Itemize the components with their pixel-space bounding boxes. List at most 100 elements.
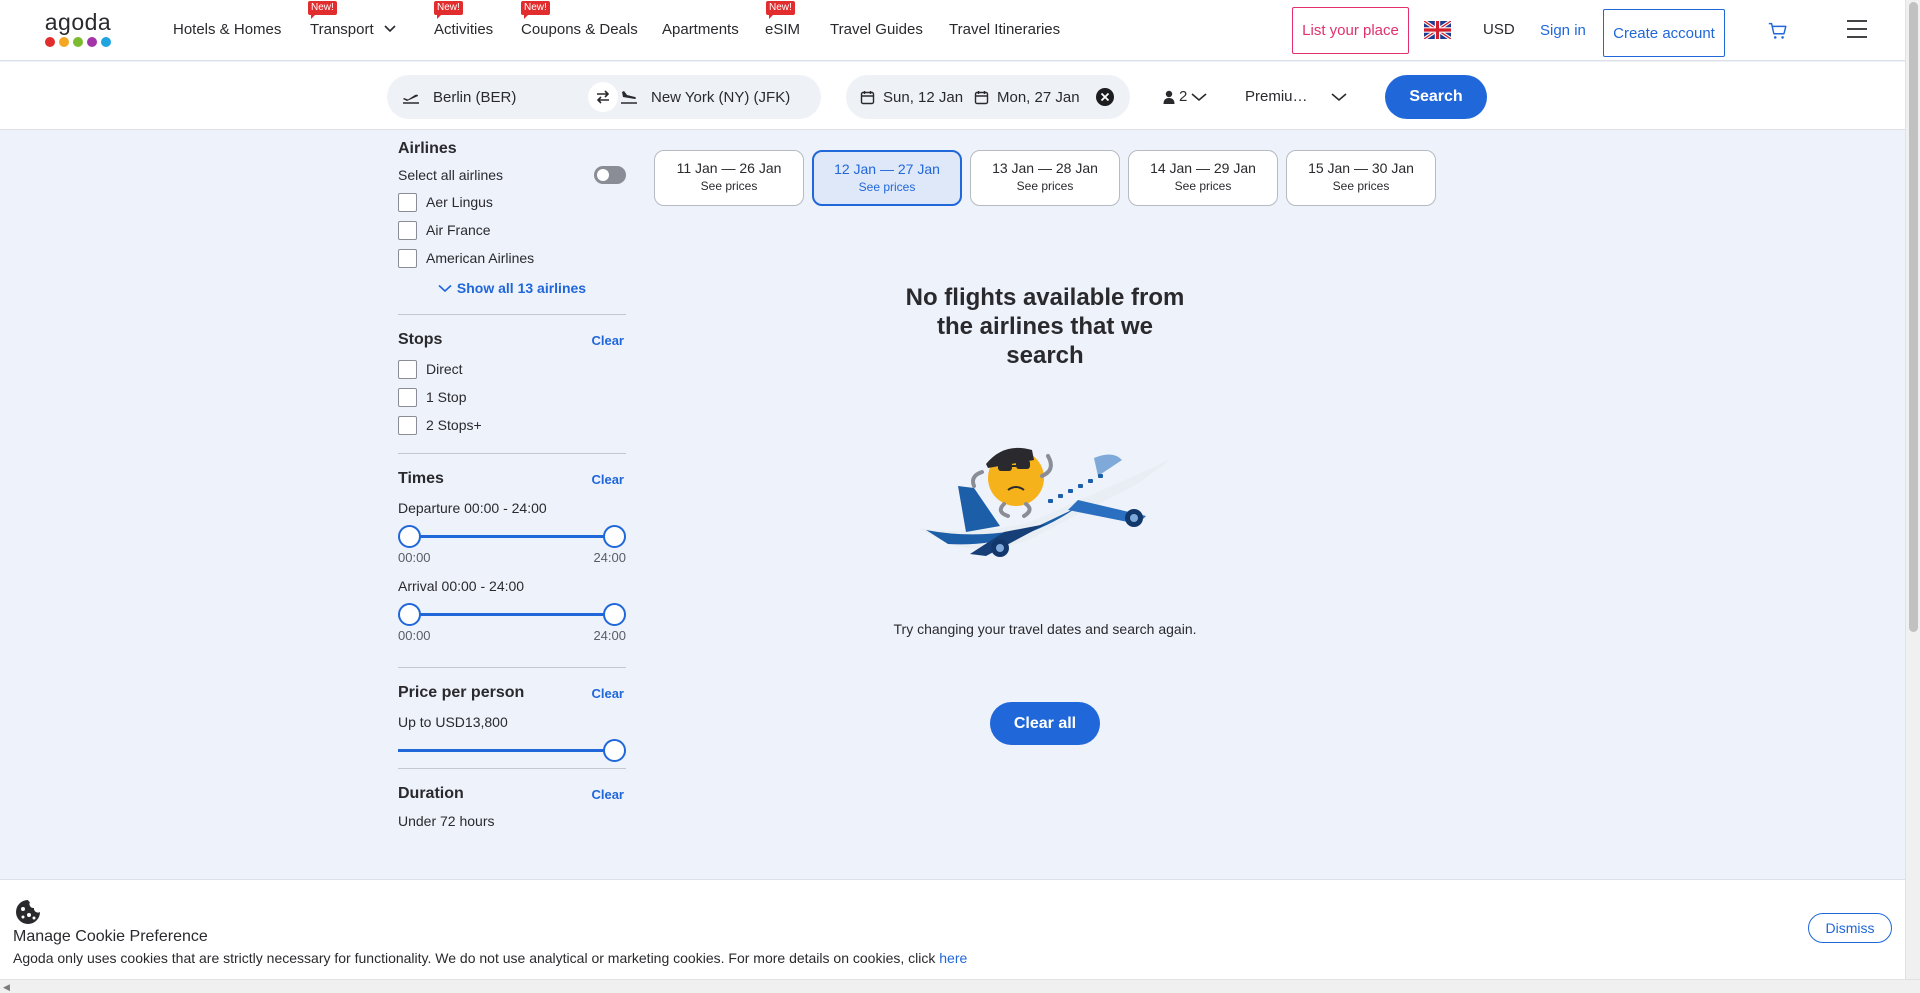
range-min-label: 00:00 <box>398 550 431 565</box>
currency-selector[interactable]: USD <box>1483 21 1515 38</box>
uk-flag-icon[interactable] <box>1424 21 1451 39</box>
cabin-class-value: Premium Economy <box>1245 88 1319 105</box>
nav-activities[interactable]: Activities <box>434 21 493 38</box>
checkbox[interactable] <box>398 248 417 268</box>
times-clear-button[interactable]: Clear <box>591 472 624 487</box>
destination-value: New York (NY) (JFK) <box>651 88 791 106</box>
agoda-logo[interactable]: agoda <box>40 11 116 51</box>
date-range-chip[interactable]: 15 Jan — 30 Jan See prices <box>1286 150 1436 206</box>
chip-see-prices: See prices <box>700 179 758 193</box>
filters-sidebar: Airlines Select all airlines Aer Lingus … <box>398 140 626 829</box>
depart-date-field[interactable]: Sun, 12 Jan <box>860 75 963 119</box>
cookie-icon <box>16 900 40 924</box>
swap-route-button[interactable] <box>588 82 618 112</box>
nav-label: Transport <box>310 21 374 38</box>
slider-min-handle[interactable] <box>398 525 421 548</box>
cookie-text: Agoda only uses cookies that are strictl… <box>13 950 967 966</box>
depart-date-value: Sun, 12 Jan <box>883 88 964 106</box>
date-range-chip[interactable]: 13 Jan — 28 Jan See prices <box>970 150 1120 206</box>
checkbox[interactable] <box>398 192 417 212</box>
slider-min-handle[interactable] <box>398 603 421 626</box>
departure-time-slider <box>398 524 626 548</box>
scrollbar-thumb[interactable] <box>1909 2 1918 632</box>
nav-esim[interactable]: eSIM <box>765 21 800 38</box>
checkbox[interactable] <box>398 415 417 435</box>
chevron-down-icon <box>1331 92 1347 101</box>
nav-label: Travel Itineraries <box>949 21 1061 38</box>
origin-field[interactable]: Berlin (BER) <box>401 75 516 119</box>
menu-icon[interactable] <box>1846 18 1868 40</box>
horizontal-scrollbar[interactable]: ◀ <box>0 979 1920 993</box>
vertical-scrollbar[interactable] <box>1905 0 1920 979</box>
route-field: Berlin (BER) New York (NY) (JFK) <box>387 75 821 119</box>
nav-label: Apartments <box>662 21 739 38</box>
airline-option[interactable]: Aer Lingus <box>398 188 626 216</box>
airline-option[interactable]: American Airlines <box>398 244 626 272</box>
chevron-down-icon <box>438 284 452 292</box>
nav-apartments[interactable]: Apartments <box>662 21 739 38</box>
destination-field[interactable]: New York (NY) (JFK) <box>619 75 809 119</box>
return-date-value: Mon, 27 Jan <box>997 88 1080 106</box>
clear-date-icon[interactable] <box>1096 88 1114 106</box>
passenger-count: 2 <box>1179 88 1188 105</box>
select-all-airlines-label: Select all airlines <box>398 167 504 183</box>
dismiss-button[interactable]: Dismiss <box>1808 913 1892 943</box>
search-button[interactable]: Search <box>1385 75 1487 119</box>
chip-range: 13 Jan — 28 Jan <box>992 160 1098 176</box>
chip-see-prices: See prices <box>858 180 916 194</box>
nav-label: Hotels & Homes <box>173 21 282 38</box>
chevron-down-icon <box>384 25 396 33</box>
checkbox[interactable] <box>398 387 417 407</box>
duration-label: Under 72 hours <box>398 813 495 829</box>
stops-option[interactable]: Direct <box>398 355 626 383</box>
slider-max-handle[interactable] <box>603 603 626 626</box>
stops-clear-button[interactable]: Clear <box>591 333 624 348</box>
sign-in-link[interactable]: Sign in <box>1540 22 1586 39</box>
date-range-chip[interactable]: 11 Jan — 26 Jan See prices <box>654 150 804 206</box>
chip-see-prices: See prices <box>1016 179 1074 193</box>
show-all-airlines-link[interactable]: Show all 13 airlines <box>398 272 626 304</box>
nav-travel-guides[interactable]: Travel Guides <box>830 21 923 38</box>
clear-all-button[interactable]: Clear all <box>990 702 1100 745</box>
cart-icon[interactable] <box>1767 20 1789 42</box>
date-range-chip-selected[interactable]: 12 Jan — 27 Jan See prices <box>812 150 962 206</box>
scroll-left-arrow-icon[interactable]: ◀ <box>3 982 10 993</box>
select-all-airlines-toggle[interactable] <box>594 166 626 184</box>
chip-range: 14 Jan — 29 Jan <box>1150 160 1256 176</box>
price-clear-button[interactable]: Clear <box>591 686 624 701</box>
chip-see-prices: See prices <box>1332 179 1390 193</box>
plane-illustration <box>918 447 1172 557</box>
slider-max-handle[interactable] <box>603 525 626 548</box>
nav-label: Coupons & Deals <box>521 21 638 38</box>
nav-label: eSIM <box>765 21 801 38</box>
checkbox[interactable] <box>398 220 417 240</box>
cookie-details-link[interactable]: here <box>939 950 967 966</box>
stops-option[interactable]: 2 Stops+ <box>398 411 626 439</box>
stops-option[interactable]: 1 Stop <box>398 383 626 411</box>
stops-label: 2 Stops+ <box>426 417 482 433</box>
checkbox[interactable] <box>398 359 417 379</box>
stops-label: 1 Stop <box>426 389 467 405</box>
chip-range: 12 Jan — 27 Jan <box>834 161 940 177</box>
passenger-selector[interactable]: 2 <box>1163 88 1207 105</box>
airline-option[interactable]: Air France <box>398 216 626 244</box>
date-range-chip[interactable]: 14 Jan — 29 Jan See prices <box>1128 150 1278 206</box>
range-min-label: 00:00 <box>398 628 431 643</box>
slider-max-handle[interactable] <box>603 739 626 762</box>
logo-wordmark: agoda <box>44 9 112 35</box>
list-your-place-button[interactable]: List your place <box>1292 7 1409 54</box>
return-date-field[interactable]: Mon, 27 Jan <box>974 75 1080 119</box>
nav-transport[interactable]: Transport <box>310 21 396 38</box>
nav-travel-itineraries[interactable]: Travel Itineraries <box>949 21 1060 38</box>
origin-value: Berlin (BER) <box>433 88 517 106</box>
nav-hotels-homes[interactable]: Hotels & Homes <box>173 21 281 38</box>
cabin-class-selector[interactable]: Premium Economy <box>1245 88 1347 105</box>
create-account-button[interactable]: Create account <box>1603 9 1725 57</box>
duration-clear-button[interactable]: Clear <box>591 787 624 802</box>
arrival-time-label: Arrival 00:00 - 24:00 <box>398 578 525 594</box>
nav-label: Travel Guides <box>830 21 923 38</box>
cookie-description: Agoda only uses cookies that are strictl… <box>13 950 940 966</box>
new-badge: New! <box>308 1 337 19</box>
nav-label: Activities <box>434 21 494 38</box>
nav-coupons-deals[interactable]: Coupons & Deals <box>521 21 638 38</box>
